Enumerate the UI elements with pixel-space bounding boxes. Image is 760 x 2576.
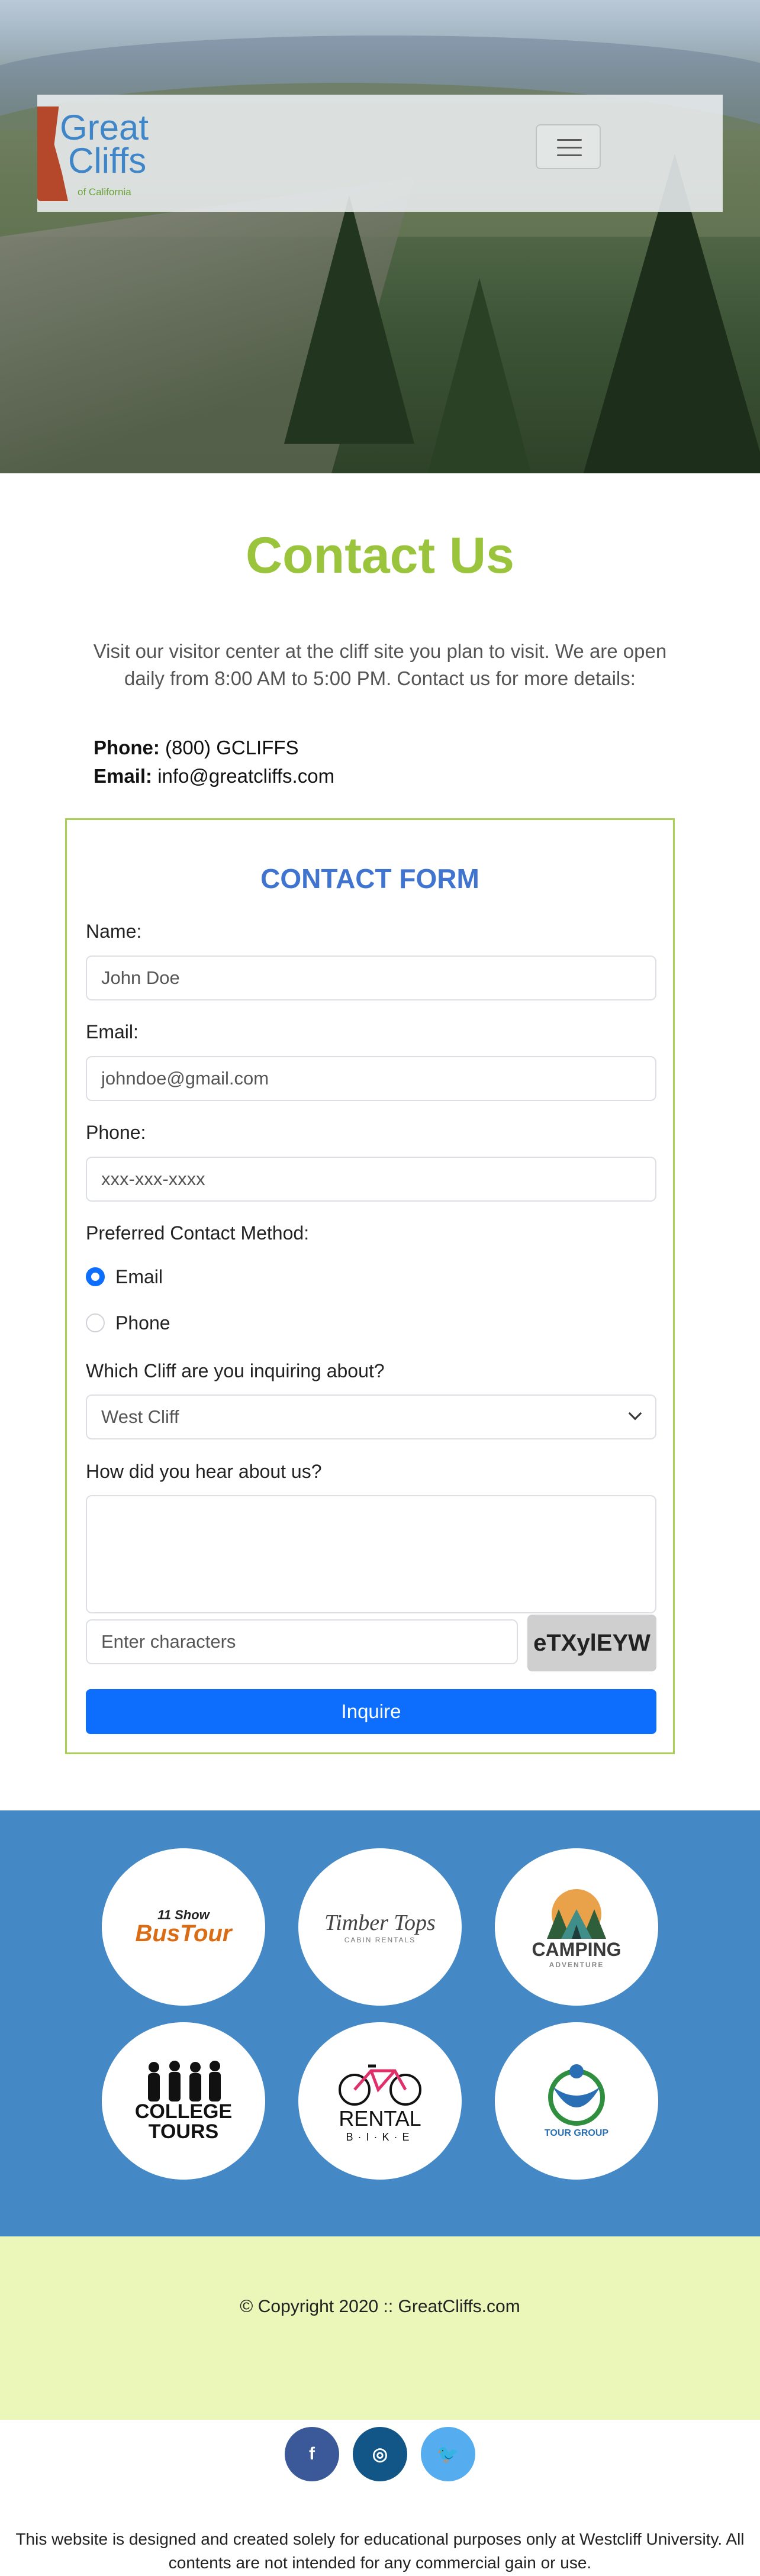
hamburger-icon bbox=[557, 147, 582, 149]
phone-value: (800) GCLIFFS bbox=[165, 737, 299, 758]
hero-image: Great Cliffs of California bbox=[0, 0, 760, 473]
hear-textarea[interactable] bbox=[86, 1495, 656, 1613]
page-title: Contact Us bbox=[246, 527, 514, 584]
hear-label: How did you hear about us? bbox=[86, 1461, 322, 1482]
cliff-label: Which Cliff are you inquiring about? bbox=[86, 1360, 385, 1381]
name-input[interactable]: John Doe bbox=[86, 955, 656, 1000]
cliff-select[interactable]: West Cliff bbox=[86, 1394, 656, 1439]
partner-rental-bike[interactable]: RENTAL B·I·K·E bbox=[298, 2022, 462, 2180]
logo-text-line2: Cliffs bbox=[68, 141, 147, 180]
cliff-selected-value: West Cliff bbox=[101, 1406, 179, 1427]
twitter-icon[interactable]: 🐦 bbox=[421, 2427, 475, 2481]
contact-details: Phone: (800) GCLIFFS Email: info@greatcl… bbox=[94, 734, 334, 790]
inquire-button[interactable]: Inquire bbox=[86, 1689, 656, 1734]
college-tours-logo-text: COLLEGE TOURS bbox=[134, 2100, 233, 2143]
people-icon bbox=[148, 2061, 221, 2102]
phone-input[interactable]: xxx-xxx-xxxx bbox=[86, 1157, 656, 1202]
phone-placeholder: xxx-xxx-xxxx bbox=[101, 1168, 205, 1189]
intro-text: Visit our visitor center at the cliff si… bbox=[93, 640, 667, 689]
logo-text-line1: Great bbox=[60, 108, 149, 147]
email-value: info@greatcliffs.com bbox=[157, 765, 335, 787]
facebook-icon[interactable]: f bbox=[285, 2427, 339, 2481]
navbar: Great Cliffs of California bbox=[37, 95, 723, 212]
disclaimer-text: This website is designed and created sol… bbox=[15, 2530, 745, 2572]
captcha-input[interactable]: Enter characters bbox=[86, 1619, 518, 1664]
partner-timber-tops[interactable]: Timber Tops CABIN RENTALS bbox=[298, 1848, 462, 2006]
hamburger-icon bbox=[557, 139, 582, 141]
instagram-icon[interactable]: ◎ bbox=[353, 2427, 407, 2481]
email-placeholder: johndoe@gmail.com bbox=[101, 1068, 269, 1089]
pine-tree bbox=[284, 195, 414, 444]
email-input[interactable]: johndoe@gmail.com bbox=[86, 1056, 656, 1101]
chevron-down-icon bbox=[628, 1406, 642, 1421]
phone-label: Phone: bbox=[86, 1122, 146, 1143]
email-label: Email: bbox=[94, 765, 153, 787]
menu-toggle-button[interactable] bbox=[536, 124, 601, 169]
email-label: Email: bbox=[86, 1021, 139, 1042]
bike-icon bbox=[339, 2064, 421, 2106]
name-placeholder: John Doe bbox=[101, 967, 180, 988]
partner-college-tours[interactable]: COLLEGE TOURS bbox=[102, 2022, 265, 2180]
timber-tops-logo: Timber Tops CABIN RENTALS bbox=[324, 1910, 436, 1944]
contact-method-label: Preferred Contact Method: bbox=[86, 1222, 310, 1244]
partner-bus-tour[interactable]: 11 Show BusTour bbox=[102, 1848, 265, 2006]
captcha-placeholder: Enter characters bbox=[101, 1631, 236, 1652]
pine-tree bbox=[426, 278, 533, 473]
radio-email-label[interactable]: Email bbox=[115, 1266, 163, 1288]
phone-label: Phone: bbox=[94, 737, 160, 758]
tent-icon bbox=[547, 1889, 606, 1939]
bus-tour-logo: 11 Show BusTour bbox=[135, 1907, 232, 1946]
site-logo[interactable]: Great Cliffs of California bbox=[37, 106, 173, 201]
tour-group-icon bbox=[548, 2064, 605, 2126]
footer: © Copyright 2020 :: GreatCliffs.com bbox=[0, 2236, 760, 2420]
form-title: CONTACT FORM bbox=[260, 863, 479, 894]
partner-tour-group[interactable]: TOUR GROUP bbox=[495, 2022, 658, 2180]
camping-logo-text: CAMPING ADVENTURE bbox=[532, 1938, 621, 1969]
copyright-text: © Copyright 2020 :: GreatCliffs.com bbox=[240, 2297, 520, 2316]
partners-section: 11 Show BusTour Timber Tops CABIN RENTALS … bbox=[0, 1810, 760, 2236]
name-label: Name: bbox=[86, 921, 142, 942]
logo-text-line3: of California bbox=[78, 186, 131, 198]
radio-email[interactable] bbox=[86, 1267, 105, 1286]
rental-bike-logo-text: RENTAL B·I·K·E bbox=[339, 2106, 421, 2143]
tour-group-logo-text: TOUR GROUP bbox=[544, 2128, 609, 2138]
contact-form: CONTACT FORM Name: John Doe Email: johnd… bbox=[65, 818, 675, 1754]
partner-camping[interactable]: CAMPING ADVENTURE bbox=[495, 1848, 658, 2006]
hamburger-icon bbox=[557, 154, 582, 156]
captcha-code: eTXylEYW bbox=[527, 1615, 656, 1671]
radio-phone-label[interactable]: Phone bbox=[115, 1312, 170, 1334]
radio-phone[interactable] bbox=[86, 1313, 105, 1332]
